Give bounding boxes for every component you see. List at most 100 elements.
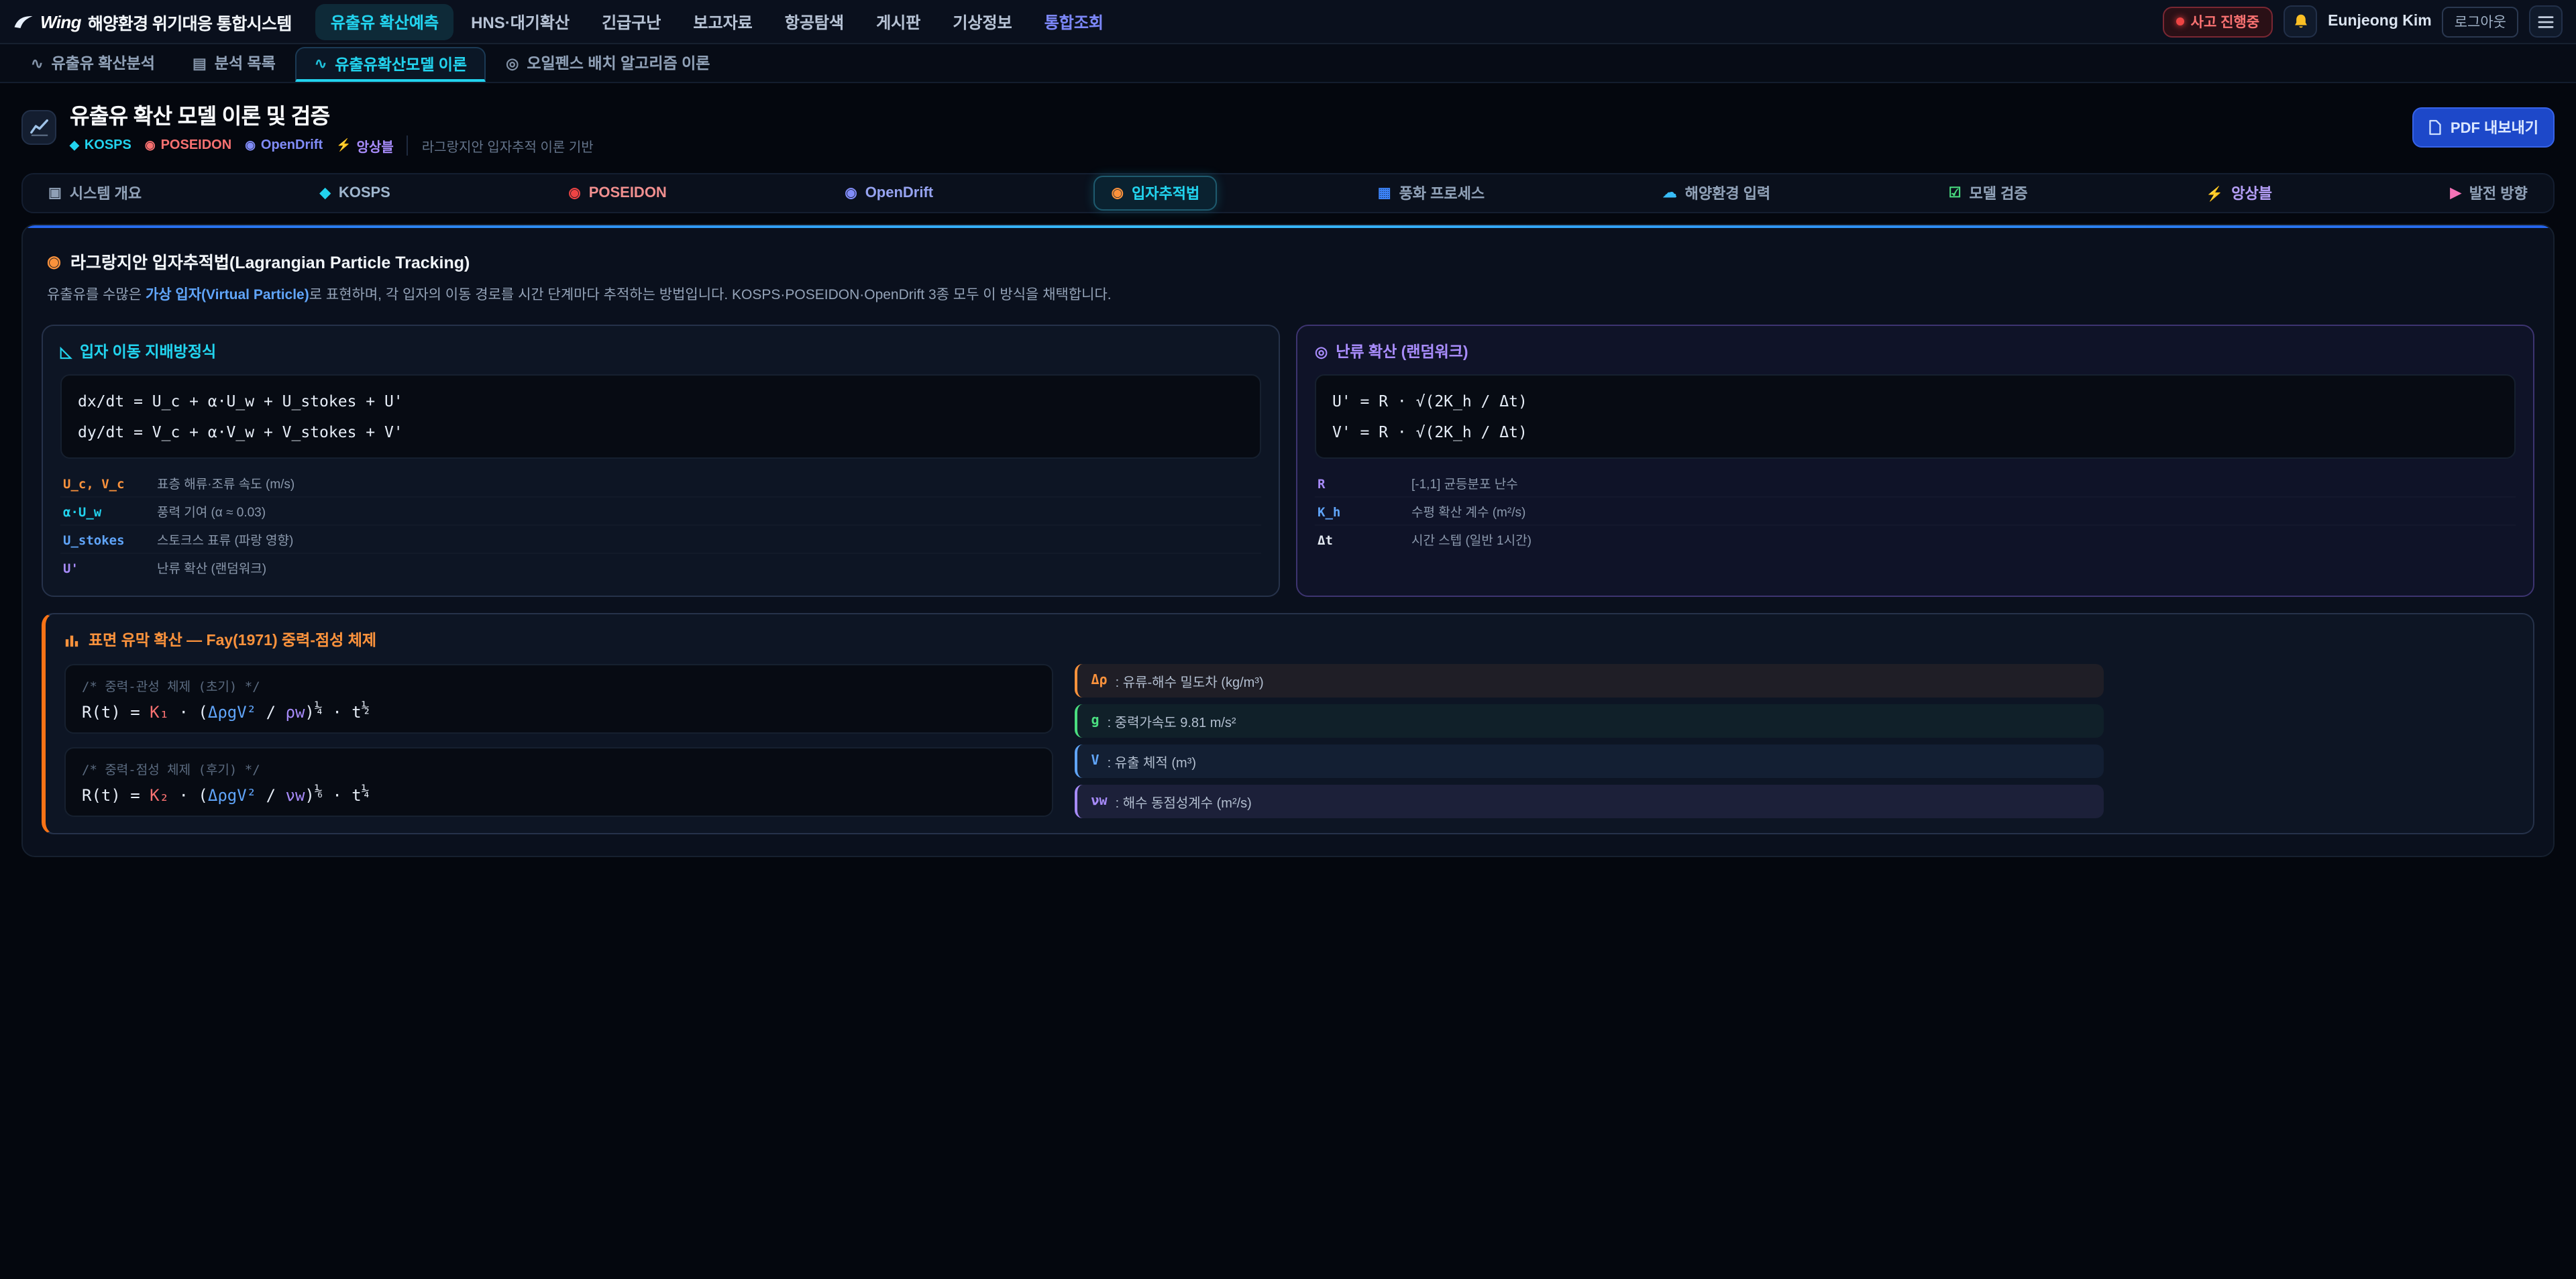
definition-row: V: 유출 체적 (m³) xyxy=(1075,744,2104,778)
tab-item[interactable]: ▤분석 목록 xyxy=(175,44,293,82)
lagrangian-section-header: ◉ 라그랑지안 입자추적법(Lagrangian Particle Tracki… xyxy=(23,245,2553,307)
legend-term: K_h xyxy=(1318,506,1398,520)
model-badge-label: OpenDrift xyxy=(261,138,323,153)
tab-label: 분석 목록 xyxy=(215,52,276,74)
legend-row: U_c, V_c표층 해류·조류 속도 (m/s) xyxy=(60,469,1261,498)
section-nav-item[interactable]: ▶발전 방향 xyxy=(2433,176,2545,211)
turbulence-card: ◎ 난류 확산 (랜덤워크) U' = R · √(2K_h / Δt) V' … xyxy=(1296,325,2534,598)
legend-row: α·U_w 풍력 기여 (α ≈ 0.03) xyxy=(60,498,1261,526)
page-subtitle: 라그랑지안 입자추적 이론 기반 xyxy=(407,135,594,156)
topnav-item[interactable]: HNS·대기확산 xyxy=(456,3,584,40)
page-header-text: 유출유 확산 모델 이론 및 검증 ◆KOSPS◉POSEIDON◉OpenDr… xyxy=(70,98,594,156)
page-meta: ◆KOSPS◉POSEIDON◉OpenDrift⚡앙상블 라그랑지안 입자추적… xyxy=(70,135,594,156)
section-nav-item[interactable]: ◉POSEIDON xyxy=(551,178,684,208)
formula: R(t) = K₂ · (ΔρgV² / νw)⅙ · t¼ xyxy=(82,785,1036,805)
fay-grid: /* 중력-관성 체제 (초기) */ R(t) = K₁ · (ΔρgV² / … xyxy=(64,664,2104,818)
topbar: Wing 해양환경 위기대응 통합시스템 유출유 확산예측HNS·대기확산긴급구… xyxy=(0,0,2576,44)
governing-code-block: dx/dt = U_c + α·U_w + U_stokes + U' dy/d… xyxy=(60,375,1261,459)
topnav-item[interactable]: 항공탐색 xyxy=(770,3,859,40)
document-icon xyxy=(2429,119,2443,135)
notifications-button[interactable] xyxy=(2284,5,2317,38)
section-nav-item[interactable]: ⚡앙상블 xyxy=(2188,176,2290,211)
section-nav-item[interactable]: ◆KOSPS xyxy=(303,178,408,208)
description-text: 로 표현하며, 각 입자의 이동 경로를 시간 단계마다 추적하는 방법입니다.… xyxy=(309,287,1112,303)
governing-card-title-row: ◺ 입자 이동 지배방정식 xyxy=(60,341,1261,363)
pdf-export-button[interactable]: PDF 내보내기 xyxy=(2413,107,2555,147)
tab-item[interactable]: ∿ 유출유 확산분석 xyxy=(13,44,172,82)
formula-segment: ) xyxy=(305,786,314,805)
menu-button[interactable] xyxy=(2529,5,2563,38)
section-nav-item[interactable]: ◉OpenDrift xyxy=(827,178,951,208)
definition-term: νw xyxy=(1091,794,1108,809)
topnav-item[interactable]: 기상정보 xyxy=(938,3,1026,40)
section-nav-item[interactable]: ☁해양환경 입력 xyxy=(1646,176,1788,211)
tab-item[interactable]: ◎오일펜스 배치 알고리즘 이론 xyxy=(488,44,727,82)
app-root: Wing 해양환경 위기대응 통합시스템 유출유 확산예측HNS·대기확산긴급구… xyxy=(0,0,2576,1279)
logout-button[interactable]: 로그아웃 xyxy=(2443,6,2518,37)
particle-icon: ◉ xyxy=(47,252,61,270)
definition-row: Δρ: 유류-해수 밀도차 (kg/m³) xyxy=(1075,664,2104,698)
definition-row: νw : 해수 동점성계수 (m²/s) xyxy=(1075,785,2104,818)
triangle-ruler-icon: ◺ xyxy=(60,343,72,361)
tab-label: 유출유 확산분석 xyxy=(51,52,155,74)
diamond-icon: ◆ xyxy=(70,138,79,153)
topnav-item[interactable]: 통합조회 xyxy=(1030,3,1118,40)
brand[interactable]: Wing 해양환경 위기대응 통합시스템 xyxy=(13,9,292,34)
governing-equation-card: ◺ 입자 이동 지배방정식 dx/dt = U_c + α·U_w + U_st… xyxy=(42,325,1280,598)
ring-icon: ◎ xyxy=(506,54,519,72)
section-nav-item[interactable]: ☑모델 검증 xyxy=(1931,176,2045,211)
model-badge: ◉POSEIDON xyxy=(145,138,231,153)
square-icon: ▦ xyxy=(1378,185,1391,201)
legend-term: R xyxy=(1318,478,1398,492)
line-chart-icon: ∿ xyxy=(315,55,327,72)
incident-dot-icon xyxy=(2176,17,2184,25)
definition-desc: : 해수 동점성계수 (m²/s) xyxy=(1116,791,1252,812)
turbulence-code-block: U' = R · √(2K_h / Δt) V' = R · √(2K_h / … xyxy=(1315,375,2516,459)
formula-segment: νw xyxy=(286,786,305,805)
legend-term: α·U_w xyxy=(63,506,144,520)
red-dot-icon: ◉ xyxy=(145,138,156,153)
tab-item[interactable]: ∿유출유확산모델 이론 xyxy=(296,47,486,82)
incident-badge-label: 사고 진행중 xyxy=(2191,11,2259,32)
formula-segment: · t xyxy=(323,703,362,722)
section-nav-item[interactable]: ▦풍화 프로세스 xyxy=(1360,176,1502,211)
topnav-item[interactable]: 유출유 확산예측 xyxy=(316,3,453,40)
code-comment: /* 중력-관성 체제 (초기) */ xyxy=(82,676,1036,695)
model-badge: ◆ KOSPS xyxy=(70,138,131,153)
topbar-right: 사고 진행중 Eunjeong Kim 로그아웃 xyxy=(2163,5,2563,38)
governing-legend: U_c, V_c표층 해류·조류 속도 (m/s) α·U_w 풍력 기여 (α ≈… xyxy=(60,469,1261,581)
turbulence-card-title-row: ◎ 난류 확산 (랜덤워크) xyxy=(1315,341,2516,363)
legend-desc: 난류 확산 (랜덤워크) xyxy=(157,558,1258,577)
formula-block: /* 중력-점성 체제 (후기) */R(t) = K₂ · (ΔρgV² / … xyxy=(64,747,1054,817)
topnav-item[interactable]: 보고자료 xyxy=(678,3,767,40)
formula: R(t) = K₁ · (ΔρgV² / ρw)¼ · t½ xyxy=(82,702,1036,722)
section-nav-item[interactable]: ◉입자추적법 xyxy=(1094,176,1218,211)
legend-desc: 풍력 기여 (α ≈ 0.03) xyxy=(157,502,1258,520)
content-panel: ◉ 라그랑지안 입자추적법(Lagrangian Particle Tracki… xyxy=(21,224,2555,857)
section-nav-label: 입자추적법 xyxy=(1132,182,1199,204)
chart-icon: ∿ xyxy=(31,54,43,72)
lagrangian-title-row: ◉ 라그랑지안 입자추적법(Lagrangian Particle Tracki… xyxy=(47,248,2529,274)
lightning-icon: ⚡ xyxy=(2206,184,2223,202)
topnav-item[interactable]: 긴급구난 xyxy=(587,3,676,40)
formula-block: /* 중력-관성 체제 (초기) */ R(t) = K₁ · (ΔρgV² / … xyxy=(64,664,1054,734)
legend-desc: 시간 스텝 (일반 1시간) xyxy=(1411,530,2513,549)
definition-term: V xyxy=(1091,754,1099,769)
wing-logo-icon xyxy=(13,14,34,29)
page-title: 유출유 확산 모델 이론 및 검증 xyxy=(70,98,594,130)
legend-desc: 수평 확산 계수 (m²/s) xyxy=(1411,502,2513,520)
formula-segment: ¼ xyxy=(362,785,370,799)
legend-term: Δt xyxy=(1318,534,1398,549)
lagrangian-title: 라그랑지안 입자추적법(Lagrangian Particle Tracking… xyxy=(70,248,470,274)
model-badge: ◉OpenDrift xyxy=(245,138,323,153)
virtual-particle-link[interactable]: 가상 입자(Virtual Particle) xyxy=(146,287,309,303)
topnav-item[interactable]: 게시판 xyxy=(861,3,935,40)
page-header: 유출유 확산 모델 이론 및 검증 ◆KOSPS◉POSEIDON◉OpenDr… xyxy=(0,83,2576,164)
fay-card-title: 표면 유막 확산 — Fay(1971) 중력-점성 체제 xyxy=(89,629,376,651)
bar-chart-icon xyxy=(64,632,79,647)
section-nav-item[interactable]: ▣시스템 개요 xyxy=(31,176,159,211)
formula-segment: R(t) = xyxy=(82,703,150,722)
model-badge-label: KOSPS xyxy=(85,138,131,153)
formula-segment: ½ xyxy=(362,702,370,716)
diamond-icon: ◆ xyxy=(320,185,331,201)
